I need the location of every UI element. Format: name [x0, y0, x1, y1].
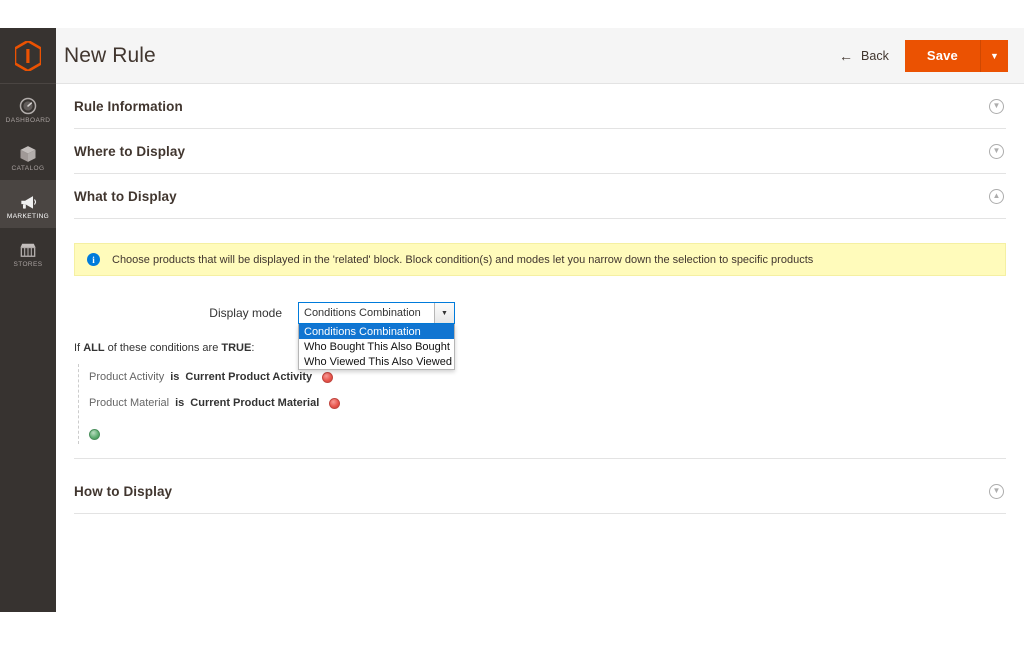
display-mode-option-who-bought-this-also-bought[interactable]: Who Bought This Also Bought — [299, 339, 454, 354]
save-split-toggle-button[interactable]: ▼ — [980, 40, 1008, 72]
section-how-to-display[interactable]: How to Display ▼ — [74, 469, 1006, 514]
catalog-box-icon — [18, 144, 38, 164]
info-banner-text: Choose products that will be displayed i… — [112, 254, 813, 266]
condition-value[interactable]: Current Product Activity — [185, 371, 312, 383]
display-mode-label: Display mode — [74, 302, 298, 320]
save-button-group: Save ▼ — [905, 40, 1008, 72]
sidebar-item-stores[interactable]: STORES — [0, 228, 56, 276]
option-label: Who Bought This Also Bought — [304, 341, 450, 353]
info-banner: i Choose products that will be displayed… — [74, 243, 1006, 276]
back-button[interactable]: ← Back — [837, 45, 891, 67]
info-icon: i — [87, 253, 100, 266]
sidebar-item-marketing[interactable]: MARKETING — [0, 180, 56, 228]
stores-storefront-icon — [18, 240, 38, 260]
section-divider — [74, 458, 1006, 459]
sidebar-item-label: STORES — [13, 262, 42, 269]
conditions-intro-suffix: : — [251, 342, 254, 354]
main-content: Rule Information ▼ Where to Display ▼ Wh… — [56, 84, 1024, 650]
conditions-intro-mid: of these conditions are — [108, 342, 219, 354]
sidebar-item-dashboard[interactable]: DASHBOARD — [0, 84, 56, 132]
conditions-intro: If ALL of these conditions are TRUE: — [74, 342, 1006, 354]
sidebar-item-label: MARKETING — [7, 214, 49, 221]
page-root: DASHBOARD CATALOG MARKETING — [0, 0, 1024, 650]
section-title: How to Display — [74, 484, 172, 499]
sidebar-item-label: DASHBOARD — [6, 118, 51, 125]
marketing-megaphone-icon — [18, 192, 38, 212]
chevron-down-icon[interactable]: ▼ — [989, 99, 1004, 114]
magento-logo-icon — [15, 41, 41, 71]
chevron-down-icon[interactable]: ▼ — [989, 144, 1004, 159]
condition-attribute[interactable]: Product Activity — [89, 371, 164, 383]
header-actions: ← Back Save ▼ — [837, 40, 1008, 72]
sidebar-item-label: CATALOG — [12, 166, 45, 173]
condition-operator[interactable]: is — [175, 397, 184, 409]
conditions-aggregator[interactable]: ALL — [83, 342, 104, 354]
section-rule-information[interactable]: Rule Information ▼ — [74, 84, 1006, 129]
conditions-value[interactable]: TRUE — [221, 342, 251, 354]
condition-operator[interactable]: is — [170, 371, 179, 383]
top-strip — [0, 0, 1024, 28]
display-mode-select[interactable]: Conditions Combination ▼ — [298, 302, 455, 324]
display-mode-options-list: Conditions Combination Who Bought This A… — [298, 324, 455, 370]
section-what-to-display[interactable]: What to Display ▲ — [74, 174, 1006, 219]
condition-value[interactable]: Current Product Material — [190, 397, 319, 409]
display-mode-select-wrapper: Conditions Combination ▼ Conditions Comb… — [298, 302, 455, 324]
conditions-list: Product Activity is Current Product Acti… — [78, 364, 1006, 444]
section-title: What to Display — [74, 189, 177, 204]
condition-row: Product Activity is Current Product Acti… — [89, 364, 1006, 390]
option-label: Who Viewed This Also Viewed — [304, 356, 452, 368]
add-circle-icon[interactable] — [89, 429, 100, 440]
remove-circle-icon[interactable] — [329, 398, 340, 409]
section-title: Rule Information — [74, 99, 183, 114]
conditions-builder: If ALL of these conditions are TRUE: Pro… — [74, 342, 1006, 444]
section-where-to-display[interactable]: Where to Display ▼ — [74, 129, 1006, 174]
magento-logo-button[interactable] — [0, 28, 56, 84]
save-button[interactable]: Save — [905, 40, 980, 72]
section-title: Where to Display — [74, 144, 185, 159]
display-mode-option-conditions-combination[interactable]: Conditions Combination — [299, 324, 454, 339]
display-mode-selected-value: Conditions Combination — [304, 307, 421, 319]
chevron-down-icon[interactable]: ▼ — [434, 303, 454, 323]
page-header: New Rule ← Back Save ▼ — [56, 28, 1024, 84]
add-condition-row — [89, 416, 1006, 444]
chevron-down-icon[interactable]: ▼ — [989, 484, 1004, 499]
back-button-label: Back — [861, 49, 889, 63]
display-mode-option-who-viewed-this-also-viewed[interactable]: Who Viewed This Also Viewed — [299, 354, 454, 369]
dashboard-gauge-icon — [18, 96, 38, 116]
display-mode-field: Display mode Conditions Combination ▼ Co… — [74, 302, 1006, 324]
chevron-down-icon: ▼ — [990, 51, 999, 61]
sidebar-item-catalog[interactable]: CATALOG — [0, 132, 56, 180]
condition-attribute[interactable]: Product Material — [89, 397, 169, 409]
what-to-display-body: i Choose products that will be displayed… — [74, 219, 1006, 469]
remove-circle-icon[interactable] — [322, 372, 333, 383]
admin-sidebar: DASHBOARD CATALOG MARKETING — [0, 28, 56, 612]
chevron-up-icon[interactable]: ▲ — [989, 189, 1004, 204]
arrow-left-icon: ← — [839, 49, 853, 63]
condition-row: Product Material is Current Product Mate… — [89, 390, 1006, 416]
conditions-intro-prefix: If — [74, 342, 80, 354]
page-title: New Rule — [64, 44, 156, 68]
option-label: Conditions Combination — [304, 326, 421, 338]
